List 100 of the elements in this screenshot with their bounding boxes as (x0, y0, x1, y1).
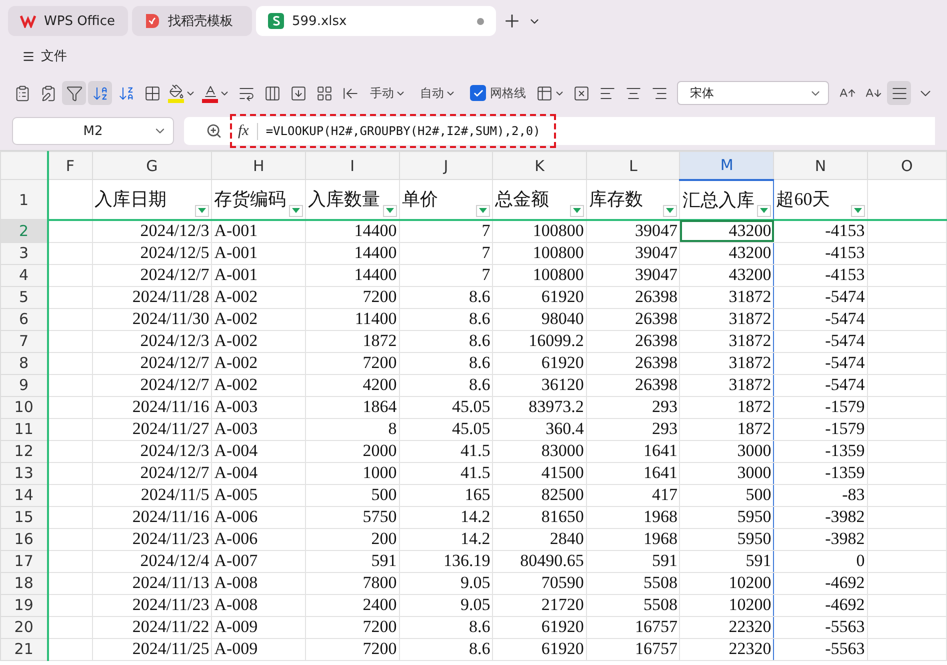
filter-button[interactable] (663, 204, 678, 216)
table-cell: 1000 (306, 462, 400, 484)
table-cell: 2024/12/7 (92, 374, 212, 396)
table-cell: -5563 (774, 616, 868, 638)
caret-icon (479, 208, 488, 213)
table-cell: 360.4 (492, 418, 586, 440)
table-cell: 9.05 (399, 594, 493, 616)
row-header[interactable]: 8 (0, 352, 48, 374)
column-header[interactable]: O (867, 152, 946, 180)
filter-button[interactable] (195, 204, 210, 216)
document-tab[interactable]: 599.xlsx (256, 6, 496, 36)
table-cell: -5474 (774, 352, 868, 374)
gridlines-checkbox[interactable]: 网格线 (464, 81, 532, 105)
table-cell: 31872 (680, 352, 774, 374)
row-header[interactable]: 5 (0, 286, 48, 308)
table-cell: 70590 (492, 572, 586, 594)
row-header[interactable]: 11 (0, 418, 48, 440)
column-header[interactable]: K (492, 152, 586, 180)
table-cell: 14.2 (399, 528, 493, 550)
filter-button[interactable] (570, 204, 584, 216)
table-cell: 26398 (586, 286, 680, 308)
table-cell: 4200 (306, 374, 400, 396)
toolbar-button[interactable] (88, 81, 112, 105)
toolbar-button[interactable] (887, 81, 911, 105)
table-cell: 200 (306, 528, 400, 550)
table-cell: 293 (586, 418, 680, 440)
filter-button[interactable] (289, 204, 303, 216)
document-tab[interactable]: 找稻壳模板 (132, 6, 252, 36)
table-cell: 41.5 (399, 462, 493, 484)
table-cell: -5474 (774, 286, 868, 308)
filter-button[interactable] (757, 204, 772, 216)
table-cell: -5474 (774, 330, 868, 352)
table-cell: 100800 (492, 242, 586, 264)
row-header[interactable]: 1 (0, 180, 48, 220)
filter-button[interactable] (476, 204, 490, 216)
row-header[interactable]: 20 (0, 616, 48, 638)
table-cell: 31872 (680, 374, 774, 396)
row-header[interactable]: 3 (0, 242, 48, 264)
row-header[interactable]: 10 (0, 396, 48, 418)
column-header[interactable]: J (399, 152, 493, 180)
table-cell: A-006 (212, 528, 306, 550)
table-cell: A-002 (212, 286, 306, 308)
row-header[interactable]: 17 (0, 550, 48, 572)
toolbar-button[interactable] (62, 81, 86, 105)
table-cell: 61920 (492, 352, 586, 374)
table-cell: 61920 (492, 286, 586, 308)
column-header[interactable]: F (48, 152, 92, 180)
table-cell: 591 (680, 550, 774, 572)
row-header[interactable]: 9 (0, 374, 48, 396)
table-cell: 39047 (586, 220, 680, 242)
table-cell: A-001 (212, 220, 306, 242)
table-cell: 41500 (492, 462, 586, 484)
column-header[interactable]: G (92, 152, 212, 180)
table-cell: 5950 (680, 528, 774, 550)
table-cell: 7200 (306, 638, 400, 660)
table-cell: 136.19 (399, 550, 493, 572)
filter-button[interactable] (382, 204, 397, 216)
table-cell: 2024/11/23 (92, 528, 212, 550)
column-header[interactable]: L (586, 152, 680, 180)
document-tab[interactable]: WPS Office (8, 6, 128, 36)
table-cell: 22320 (680, 616, 774, 638)
row-header[interactable]: 16 (0, 528, 48, 550)
table-cell: 8.6 (399, 352, 493, 374)
table-cell: 293 (586, 396, 680, 418)
column-header[interactable]: I (306, 152, 400, 180)
formula-text[interactable]: =VLOOKUP(H2#,GROUPBY(H2#,I2#,SUM),2,0) (266, 124, 540, 138)
table-cell: 43200 (680, 242, 774, 264)
table-cell: 7 (399, 264, 493, 286)
row-header[interactable]: 19 (0, 594, 48, 616)
caret-icon (198, 208, 206, 213)
dropdown-button[interactable]: 手动 (364, 81, 412, 105)
row-header[interactable]: 15 (0, 506, 48, 528)
table-cell: 2024/12/3 (92, 440, 212, 462)
filter-button[interactable] (850, 204, 865, 216)
row-header[interactable]: 18 (0, 572, 48, 594)
table-cell: 22320 (680, 638, 774, 660)
table-cell: 61920 (492, 616, 586, 638)
zoom-icon[interactable] (206, 123, 222, 139)
row-header[interactable]: 21 (0, 638, 48, 660)
table-cell: A-009 (212, 638, 306, 660)
table-cell: 2024/12/7 (92, 462, 212, 484)
row-header[interactable]: 4 (0, 264, 48, 286)
table-cell: 8.6 (399, 638, 493, 660)
name-box[interactable]: M2 (12, 117, 174, 145)
table-cell: 8.6 (399, 308, 493, 330)
row-header[interactable]: 7 (0, 330, 48, 352)
column-header[interactable]: N (774, 152, 868, 180)
row-header[interactable]: 13 (0, 462, 48, 484)
column-header[interactable]: M (680, 152, 774, 180)
column-header[interactable]: H (212, 152, 306, 180)
fx-label[interactable]: fx (234, 122, 258, 140)
font-select[interactable]: 宋体 (677, 81, 829, 105)
table-cell: A-008 (212, 594, 306, 616)
row-header[interactable]: 14 (0, 484, 48, 506)
row-header[interactable]: 12 (0, 440, 48, 462)
logo-icon (20, 14, 36, 28)
table-cell: 83000 (492, 440, 586, 462)
file-menu[interactable]: 文件 (18, 45, 71, 67)
dropdown-button[interactable]: 自动 (414, 81, 462, 105)
row-header[interactable]: 6 (0, 308, 48, 330)
